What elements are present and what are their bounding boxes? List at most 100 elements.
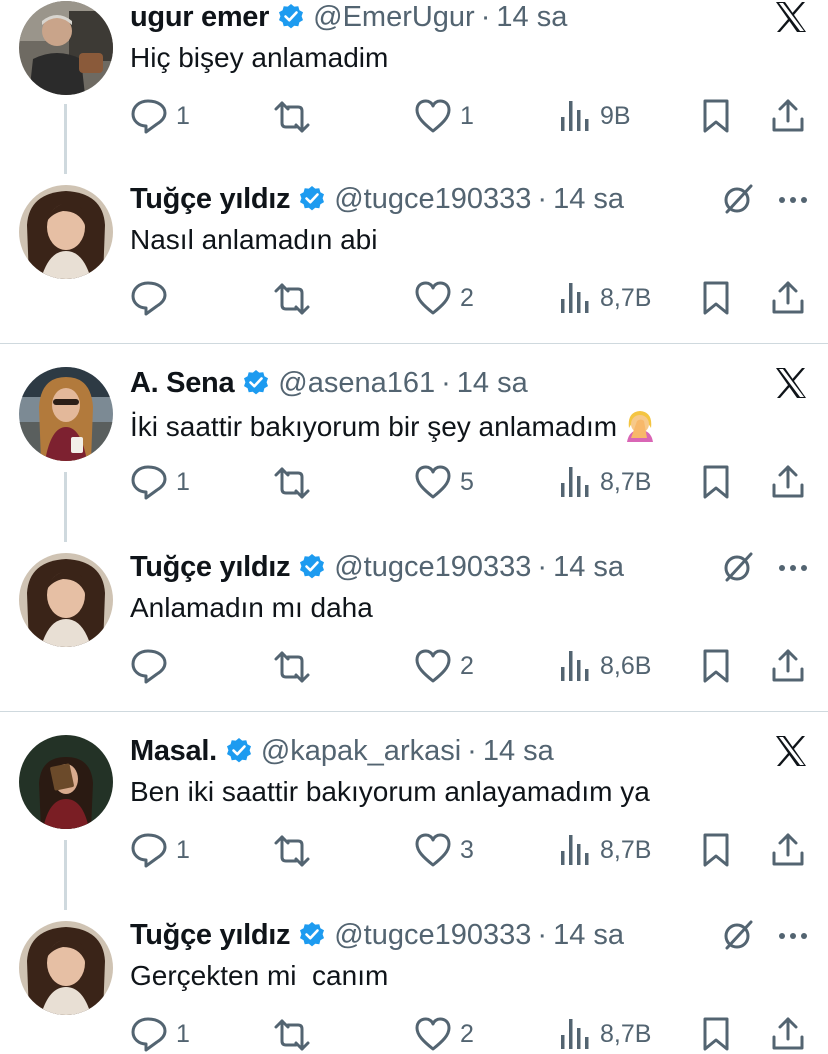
- like-button[interactable]: 2: [414, 1014, 474, 1054]
- retweet-icon: [274, 1019, 310, 1051]
- reply-icon: [131, 649, 167, 684]
- share-button[interactable]: [770, 462, 806, 502]
- tweet-text: Ben iki saattir bakıyorum anlayamadım ya: [130, 776, 650, 807]
- avatar[interactable]: [19, 185, 113, 279]
- timestamp[interactable]: 14 sa: [496, 1, 567, 34]
- reply-button[interactable]: 1: [130, 462, 190, 502]
- tweet[interactable]: ugur emer @EmerUgur · 14 sa Hiç bişey an…: [0, 0, 828, 170]
- views-button[interactable]: 8,7B: [558, 462, 651, 502]
- author-name[interactable]: A. Sena: [130, 367, 235, 400]
- timestamp[interactable]: 14 sa: [553, 183, 624, 216]
- author-name[interactable]: Tuğçe yıldız: [130, 183, 291, 216]
- timestamp[interactable]: 14 sa: [553, 551, 624, 584]
- like-button[interactable]: 5: [414, 462, 474, 502]
- bookmark-button[interactable]: [698, 646, 734, 686]
- share-button[interactable]: [770, 830, 806, 870]
- reply-button[interactable]: [130, 646, 176, 686]
- retweet-button[interactable]: [272, 278, 320, 318]
- grok-icon[interactable]: [722, 182, 756, 216]
- avatar[interactable]: [19, 921, 113, 1015]
- author-handle[interactable]: @tugce190333: [334, 919, 531, 952]
- bookmark-button[interactable]: [698, 830, 734, 870]
- retweet-button[interactable]: [272, 646, 320, 686]
- author-name[interactable]: Tuğçe yıldız: [130, 919, 291, 952]
- bookmark-button[interactable]: [698, 462, 734, 502]
- tweet-text: Nasıl anlamadın abi: [130, 224, 378, 255]
- views-button[interactable]: 8,7B: [558, 278, 651, 318]
- share-button[interactable]: [770, 278, 806, 318]
- author-name[interactable]: ugur emer: [130, 1, 269, 34]
- tweet[interactable]: Tuğçe yıldız @tugce190333 · 14 sa Nasıl …: [0, 182, 828, 342]
- bookmark-button[interactable]: [698, 96, 734, 136]
- bookmark-button[interactable]: [698, 278, 734, 318]
- like-button[interactable]: 2: [414, 646, 474, 686]
- like-count: 1: [460, 101, 474, 130]
- tweet-text: Hiç bişey anlamadim: [130, 42, 389, 73]
- avatar[interactable]: [19, 1, 113, 95]
- retweet-button[interactable]: [272, 462, 320, 502]
- view-count: 9B: [600, 101, 631, 130]
- separator-dot: ·: [537, 550, 548, 583]
- tweet-text: Gerçekten mi canım: [130, 960, 389, 991]
- tweet[interactable]: Masal. @kapak_arkasi · 14 sa Ben iki saa…: [0, 734, 828, 884]
- avatar[interactable]: [19, 553, 113, 647]
- reply-button[interactable]: [130, 278, 176, 318]
- author-handle[interactable]: @EmerUgur: [313, 1, 475, 34]
- heart-icon: [415, 1017, 451, 1051]
- verified-badge-icon: [242, 369, 270, 396]
- bookmark-icon: [703, 1017, 729, 1051]
- reply-icon: [131, 1017, 167, 1052]
- reply-button[interactable]: 1: [130, 96, 190, 136]
- retweet-button[interactable]: [272, 830, 320, 870]
- like-button[interactable]: 3: [414, 830, 474, 870]
- author-handle[interactable]: @asena161: [278, 367, 435, 400]
- timestamp[interactable]: 14 sa: [483, 735, 554, 768]
- retweet-button[interactable]: [272, 96, 320, 136]
- bookmark-button[interactable]: [698, 1014, 734, 1054]
- avatar[interactable]: [19, 367, 113, 461]
- retweet-button[interactable]: [272, 1014, 320, 1054]
- divider: [0, 711, 828, 712]
- views-icon: [561, 1019, 589, 1049]
- author-handle[interactable]: @tugce190333: [334, 551, 531, 584]
- author-handle[interactable]: @tugce190333: [334, 183, 531, 216]
- share-button[interactable]: [770, 1014, 806, 1054]
- avatar[interactable]: [19, 735, 113, 829]
- views-button[interactable]: 8,7B: [558, 830, 651, 870]
- separator-dot: ·: [441, 366, 451, 399]
- reply-count: 1: [176, 1019, 190, 1048]
- more-options-icon[interactable]: [778, 932, 808, 940]
- views-icon: [561, 467, 589, 497]
- reply-button[interactable]: 1: [130, 1014, 190, 1054]
- like-button[interactable]: 2: [414, 278, 474, 318]
- reply-button[interactable]: 1: [130, 830, 190, 870]
- tweet-text: Anlamadın mı daha: [130, 592, 373, 623]
- timestamp[interactable]: 14 sa: [553, 919, 624, 952]
- grok-icon[interactable]: [722, 550, 756, 584]
- views-button[interactable]: 8,6B: [558, 646, 651, 686]
- author-handle[interactable]: @kapak_arkasi: [261, 735, 461, 768]
- x-logo-icon: [776, 736, 806, 766]
- author-name[interactable]: Tuğçe yıldız: [130, 551, 291, 584]
- more-options-icon[interactable]: [778, 196, 808, 204]
- heart-icon: [415, 99, 451, 133]
- share-button[interactable]: [770, 646, 806, 686]
- tweet[interactable]: A. Sena @asena161 · 14 sa İki saattir ba…: [0, 366, 828, 516]
- grok-icon[interactable]: [722, 918, 756, 952]
- like-button[interactable]: 1: [414, 96, 474, 136]
- view-count: 8,7B: [600, 283, 652, 312]
- verified-badge-icon: [298, 553, 326, 580]
- facepalm-woman-emoji-icon: [627, 411, 654, 442]
- views-button[interactable]: 8,7B: [558, 1014, 651, 1054]
- reply-count: 1: [176, 467, 190, 496]
- more-options-icon[interactable]: [778, 564, 808, 572]
- like-count: 2: [460, 1019, 474, 1048]
- tweet[interactable]: Tuğçe yıldız @tugce190333 · 14 sa Anlama…: [0, 550, 828, 710]
- tweet[interactable]: Tuğçe yıldız @tugce190333 · 14 sa Gerçek…: [0, 918, 828, 1054]
- tweet-actions: 1 3 8,7B: [130, 830, 810, 870]
- share-button[interactable]: [770, 96, 806, 136]
- divider: [0, 343, 828, 344]
- timestamp[interactable]: 14 sa: [457, 367, 528, 400]
- views-button[interactable]: 9B: [558, 96, 631, 136]
- author-name[interactable]: Masal.: [130, 735, 217, 768]
